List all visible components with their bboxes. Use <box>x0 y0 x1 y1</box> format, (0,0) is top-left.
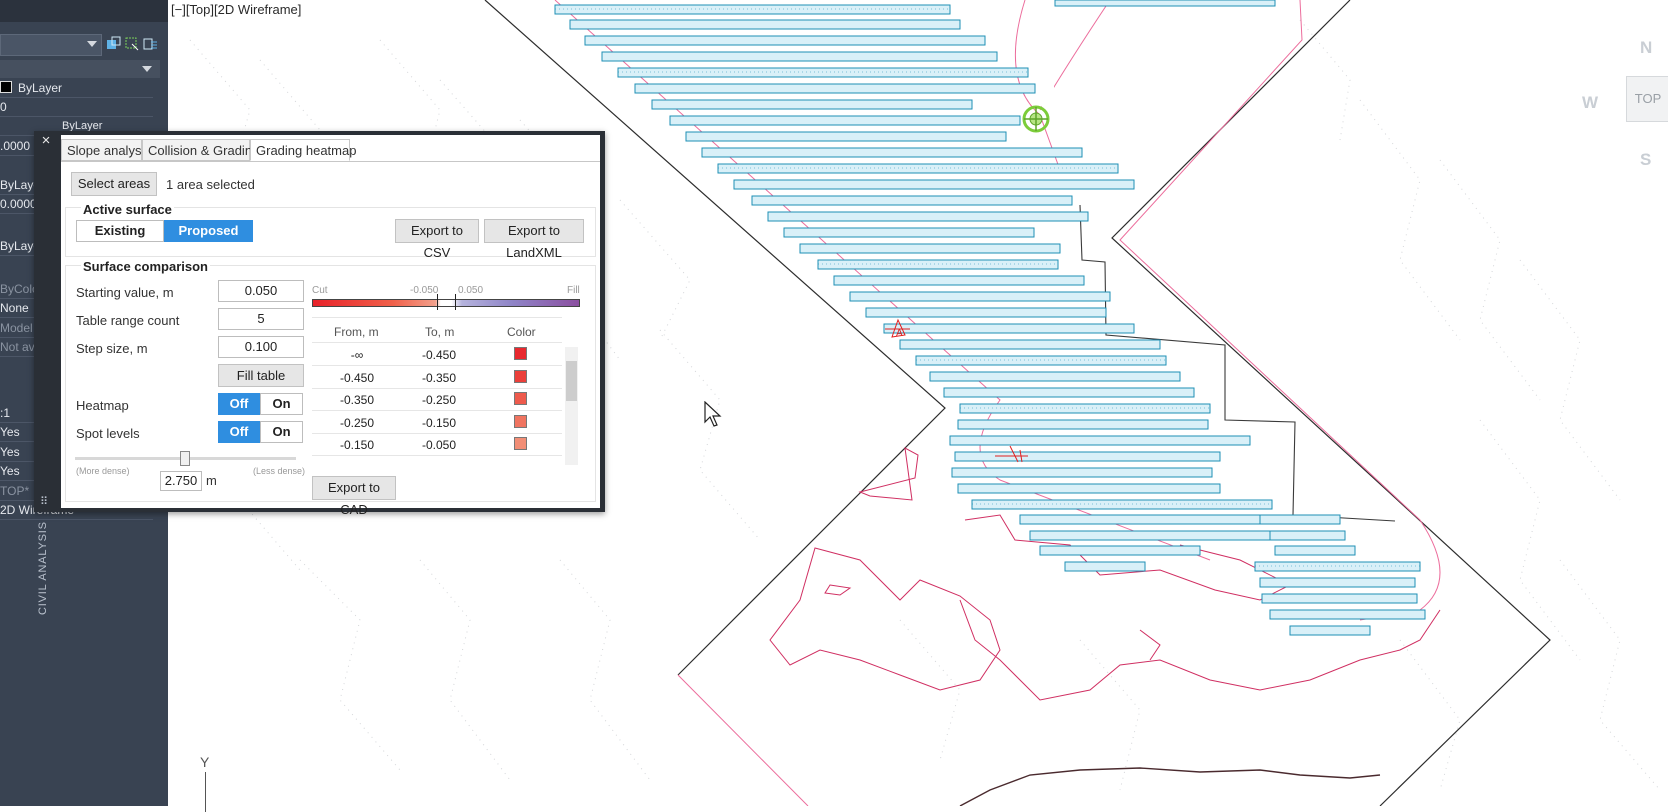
ucs-icon: Y <box>200 754 210 812</box>
chevron-down-icon <box>142 66 152 72</box>
range-count-label: Table range count <box>76 313 180 328</box>
panel-grip-icon[interactable]: ⠿ <box>40 495 54 508</box>
scrollbar-thumb[interactable] <box>566 361 577 401</box>
active-surface-title: Active surface <box>81 202 174 217</box>
select-areas-button[interactable]: Select areas <box>71 172 157 196</box>
density-unit-label: m <box>206 473 217 488</box>
object-type-combo[interactable] <box>0 34 102 56</box>
row-color-swatch[interactable] <box>514 415 527 428</box>
row-to: -0.150 <box>421 416 457 430</box>
col-header-to: To, m <box>425 325 455 339</box>
gradient-low-handle[interactable] <box>437 294 438 310</box>
table-top-rule <box>312 317 562 318</box>
row-rule <box>312 388 562 389</box>
panel-vertical-title: CIVIL ANALYSIS <box>37 521 49 615</box>
prop-layer-row[interactable]: 0 <box>0 98 153 117</box>
gradient-cut-label: Cut <box>312 285 328 296</box>
starting-value-label: Starting value, m <box>76 285 174 300</box>
row-to: -0.250 <box>421 393 457 407</box>
row-to: -0.350 <box>421 371 457 385</box>
col-header-from: From, m <box>334 325 379 339</box>
row-color-swatch[interactable] <box>514 347 527 360</box>
prop-color-row[interactable]: ByLayer <box>0 79 153 98</box>
toggle-pickadd-icon[interactable] <box>106 36 122 52</box>
palette-titlebar <box>0 0 168 22</box>
close-icon[interactable]: × <box>38 133 54 149</box>
export-cad-button[interactable]: Export to CAD <box>312 476 396 517</box>
selection-status: 1 area selected <box>166 177 255 192</box>
tab-grading-heatmap[interactable]: Grading heatmap <box>250 139 356 161</box>
row-from: -0.150 <box>339 438 375 452</box>
row-to: -0.050 <box>421 438 457 452</box>
tab-collision-grading[interactable]: Collision & Grading <box>142 139 259 161</box>
row-to: -0.450 <box>421 348 457 362</box>
gradient-fill-label: Fill <box>567 285 580 296</box>
export-landxml-button[interactable]: Export to LandXML <box>484 219 584 260</box>
svg-text:A: A <box>896 328 903 339</box>
mouse-cursor-icon <box>704 401 722 427</box>
color-swatch <box>0 81 12 93</box>
tab-divider <box>61 161 600 162</box>
panel-content: Slope analysis Collision & Grading Gradi… <box>61 135 600 517</box>
chevron-down-icon <box>87 41 97 47</box>
density-value-input[interactable]: 2.750 <box>160 471 202 491</box>
ucs-y-label: Y <box>200 754 210 770</box>
tab-slope-analysis[interactable]: Slope analysis <box>61 139 151 161</box>
spot-levels-label: Spot levels <box>76 426 140 441</box>
compass-south[interactable]: S <box>1640 150 1651 170</box>
ucs-axis-line <box>205 772 206 812</box>
row-from: -0.250 <box>339 416 375 430</box>
export-csv-button[interactable]: Export to CSV <box>395 219 479 260</box>
gradient-low-label: -0.050 <box>410 285 439 296</box>
heatmap-on-toggle[interactable]: On <box>260 393 303 415</box>
row-from: -0.450 <box>339 371 375 385</box>
survey-point-marker <box>1022 105 1050 133</box>
less-dense-label: (Less dense) <box>253 466 306 476</box>
row-color-swatch[interactable] <box>514 370 527 383</box>
heatmap-label: Heatmap <box>76 398 129 413</box>
proposed-surface-toggle[interactable]: Proposed <box>164 220 253 242</box>
row-rule <box>312 410 562 411</box>
table-scrollbar[interactable] <box>565 347 578 465</box>
heatmap-off-toggle[interactable]: Off <box>218 393 260 415</box>
density-slider-handle[interactable] <box>180 451 190 466</box>
select-objects-icon[interactable] <box>124 36 140 52</box>
spot-levels-off-toggle[interactable]: Off <box>218 421 260 443</box>
gradient-high-label: 0.050 <box>458 285 484 296</box>
step-size-label: Step size, m <box>76 341 148 356</box>
row-rule <box>312 455 562 456</box>
step-size-input[interactable]: 0.100 <box>218 336 304 358</box>
more-dense-label: (More dense) <box>76 466 130 476</box>
compass-north[interactable]: N <box>1640 38 1652 58</box>
table-header-rule <box>312 342 562 343</box>
viewport-label[interactable]: [−][Top][2D Wireframe] <box>171 2 301 17</box>
quick-select-icon[interactable] <box>142 36 158 52</box>
row-rule <box>312 365 562 366</box>
row-rule <box>312 433 562 434</box>
compass-west[interactable]: W <box>1582 93 1598 113</box>
row-color-swatch[interactable] <box>514 392 527 405</box>
row-from: -0.350 <box>339 393 375 407</box>
fill-table-button[interactable]: Fill table <box>218 364 304 387</box>
col-header-color: Color <box>507 325 536 339</box>
general-section-header[interactable] <box>0 60 160 78</box>
starting-value-input[interactable]: 0.050 <box>218 280 304 302</box>
cut-fill-gradient-bar <box>312 299 580 307</box>
gradient-high-handle[interactable] <box>455 294 456 310</box>
view-cube-top-face[interactable]: TOP <box>1626 76 1668 122</box>
spot-levels-on-toggle[interactable]: On <box>260 421 303 443</box>
surface-comparison-title: Surface comparison <box>81 259 210 274</box>
existing-surface-toggle[interactable]: Existing <box>76 220 164 242</box>
civil-analysis-panel: × CIVIL ANALYSIS ⠿ Slope analysis Collis… <box>34 131 605 615</box>
range-count-input[interactable]: 5 <box>218 308 304 330</box>
row-color-swatch[interactable] <box>514 437 527 450</box>
row-from: -∞ <box>350 348 364 362</box>
